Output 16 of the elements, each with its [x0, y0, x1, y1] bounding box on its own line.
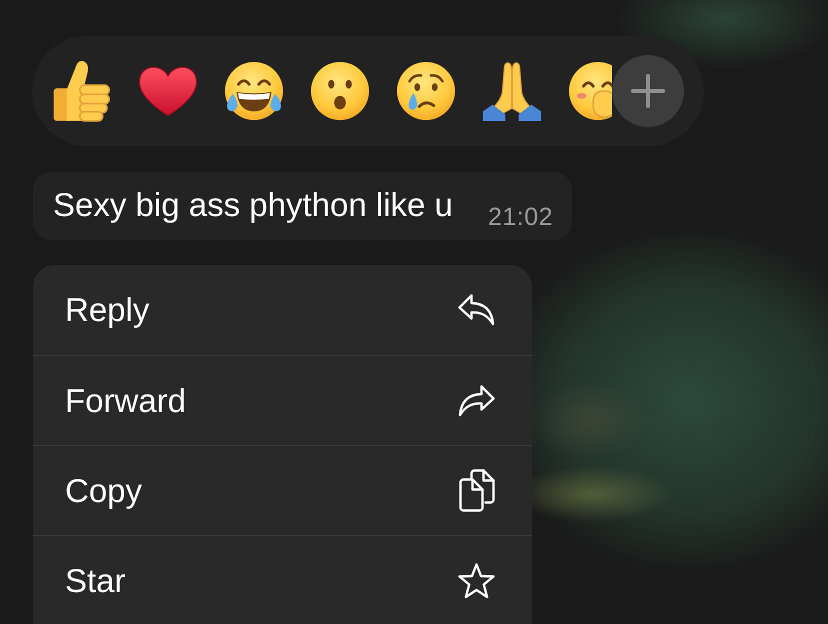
star-icon	[458, 562, 495, 598]
folded-hands-icon[interactable]	[481, 60, 543, 122]
surprised-face-icon[interactable]	[309, 60, 371, 122]
message-time: 21:02	[488, 205, 553, 230]
forward-arrow-icon	[458, 384, 495, 416]
plus-icon	[631, 74, 665, 108]
thumbs-up-icon[interactable]	[51, 60, 113, 122]
menu-item[interactable]: Reply	[33, 265, 532, 355]
menu-item[interactable]: Star	[33, 535, 532, 624]
message-text: Sexy big ass phython like u	[53, 188, 453, 221]
crying-face-icon[interactable]	[395, 60, 457, 122]
copy-documents-icon	[459, 469, 495, 512]
reply-arrow-icon	[458, 294, 495, 326]
menu-item[interactable]: Copy	[33, 445, 532, 535]
menu-item[interactable]: Forward	[33, 355, 532, 445]
laughing-face-icon[interactable]	[223, 60, 285, 122]
